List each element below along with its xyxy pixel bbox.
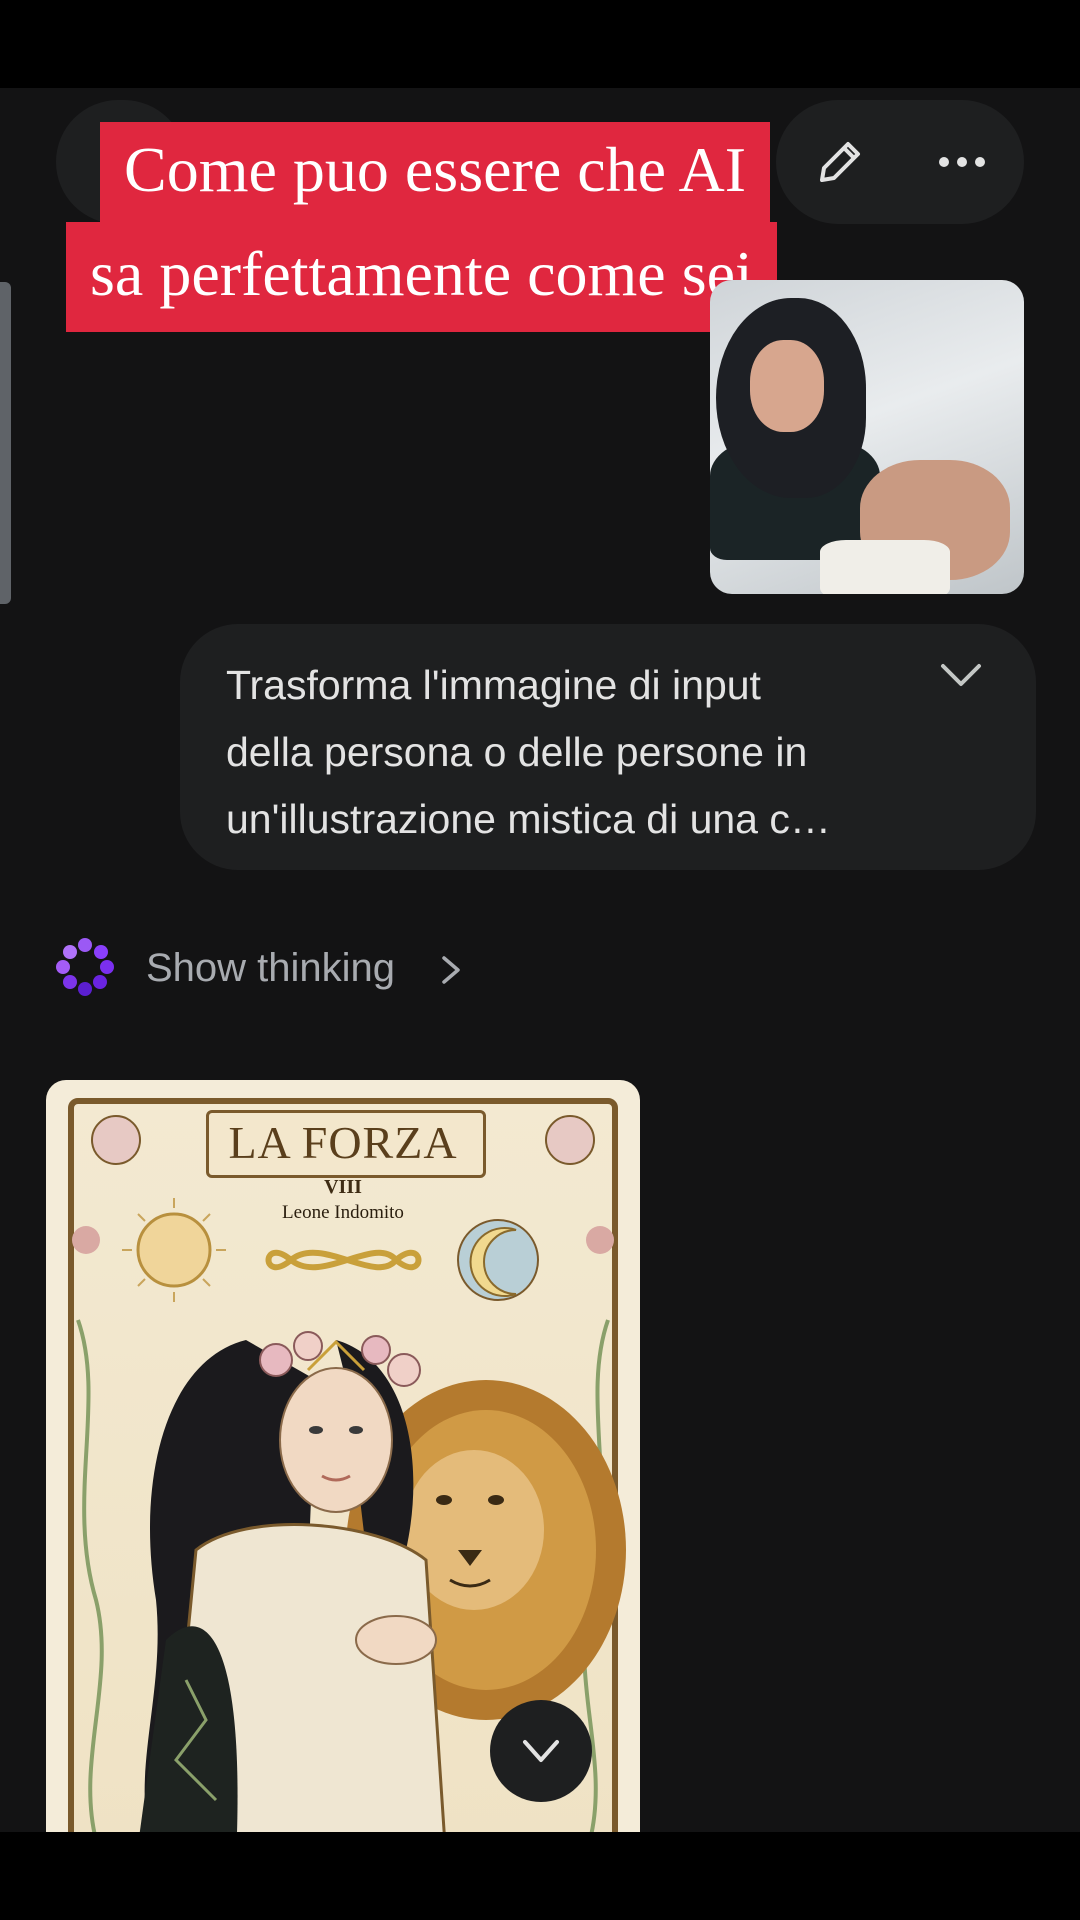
tarot-subtitle: Leone Indomito — [282, 1202, 404, 1223]
caption-line-2: sa perfettamente come sei — [66, 222, 777, 332]
navigation-bar — [0, 1832, 1080, 1920]
user-prompt-bubble[interactable]: Trasforma l'immagine di input della pers… — [180, 624, 1036, 870]
show-thinking-button[interactable]: Show thinking — [146, 944, 395, 992]
tarot-number: VIII — [324, 1176, 362, 1198]
header-actions — [776, 100, 1024, 224]
tarot-title: LA FORZA — [228, 1117, 458, 1168]
status-bar — [0, 0, 1080, 88]
moon-icon — [457, 1219, 539, 1301]
user-photo[interactable] — [710, 280, 1024, 594]
scroll-down-button[interactable] — [490, 1700, 592, 1802]
chevron-down-icon[interactable] — [938, 660, 984, 690]
caption-line-1: Come puo essere che AI — [100, 122, 771, 222]
photo-shorts — [820, 540, 950, 594]
edit-icon[interactable] — [814, 136, 866, 188]
gemini-spark-icon — [56, 938, 114, 996]
photo-face — [750, 340, 824, 432]
user-prompt-text: Trasforma l'immagine di input della pers… — [226, 662, 831, 842]
scrollbar-thumb[interactable] — [0, 282, 11, 604]
chevron-right-icon[interactable] — [440, 954, 462, 986]
more-icon[interactable] — [936, 144, 988, 180]
chevron-down-icon — [523, 1740, 559, 1762]
